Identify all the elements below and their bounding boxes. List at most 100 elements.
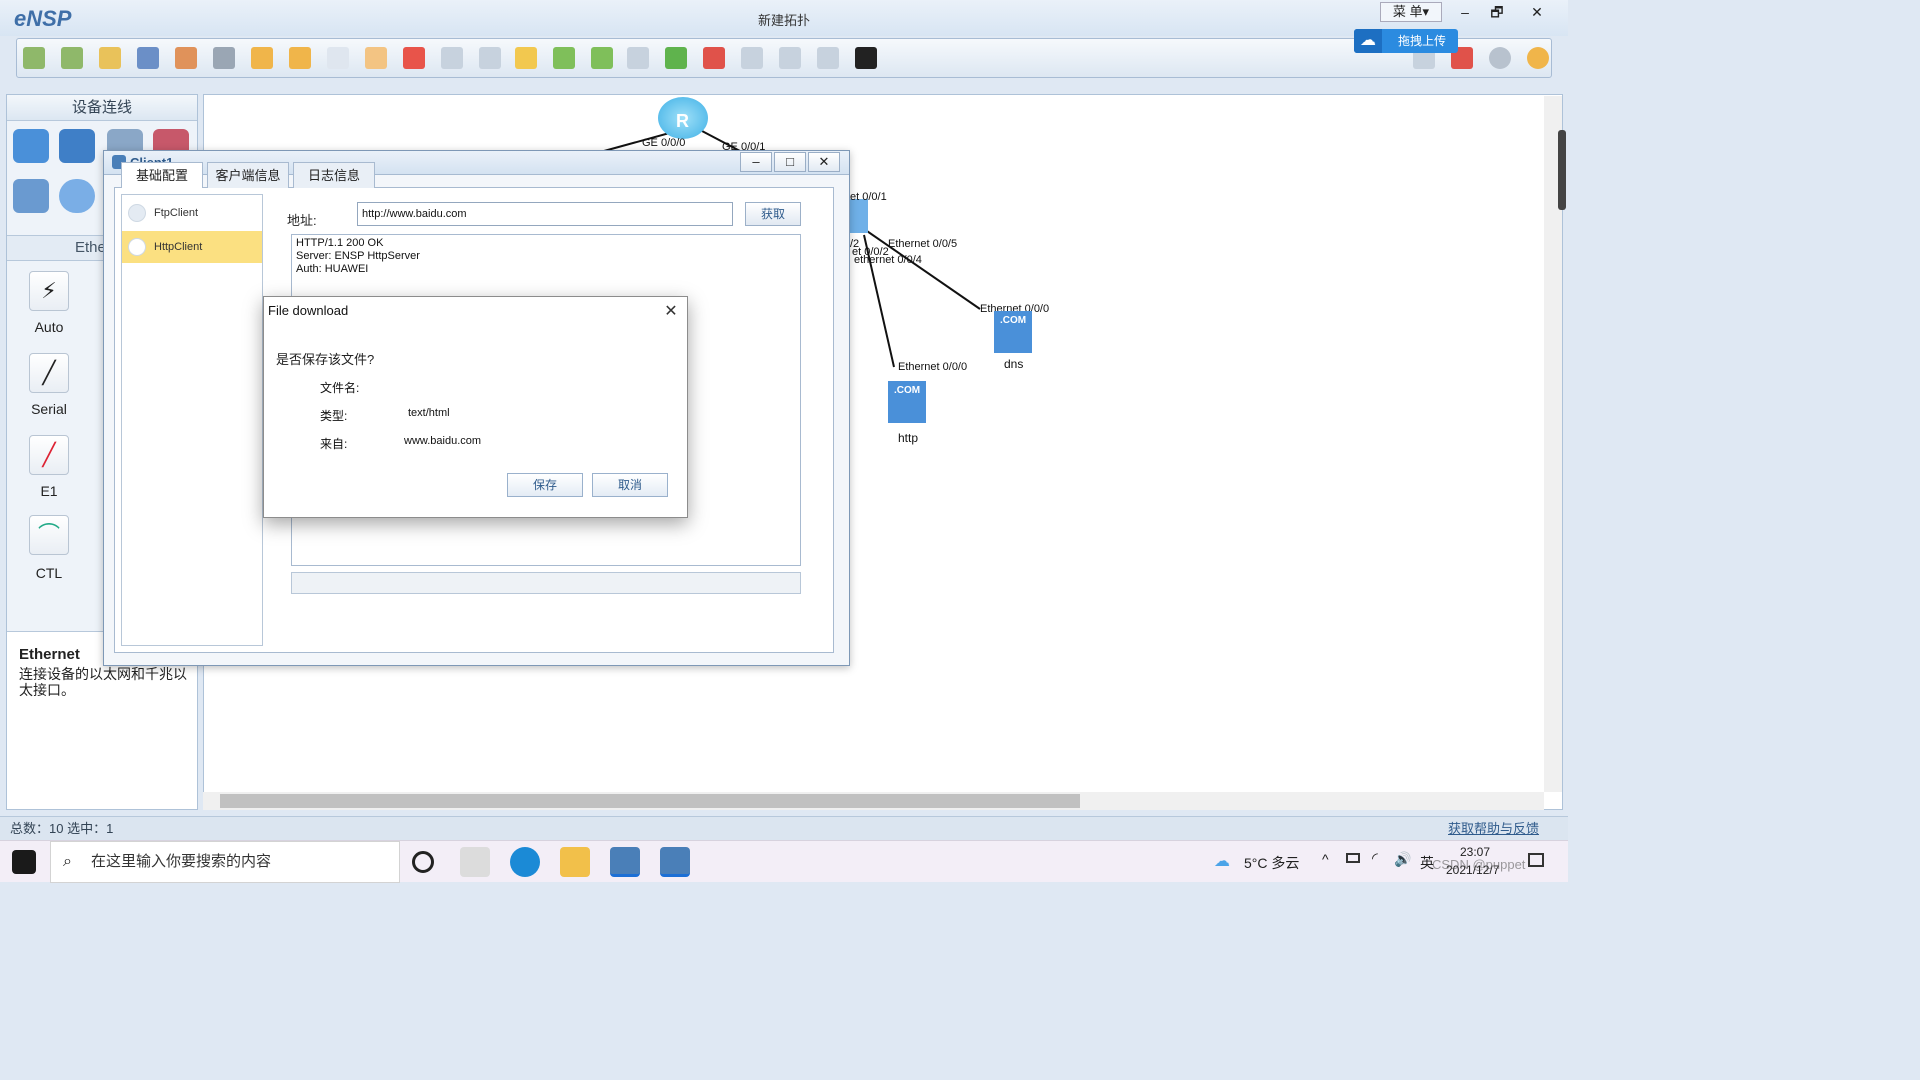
upload-button[interactable]: ☁ 拖拽上传 — [1354, 29, 1458, 53]
search-placeholder: 在这里输入你要搜索的内容 — [91, 853, 272, 870]
list-item-httpclient[interactable]: HttpClient — [122, 231, 262, 263]
port-label: et 0/0/1 — [850, 191, 887, 203]
serial-cable-icon[interactable]: ╱ — [29, 353, 69, 393]
type-value: text/html — [408, 407, 450, 419]
toolbar — [16, 38, 1552, 78]
pan-hand-icon[interactable] — [365, 47, 387, 69]
dialog-title: File download — [268, 303, 349, 318]
from-value: www.baidu.com — [404, 435, 482, 447]
zoom-in-icon[interactable] — [553, 47, 575, 69]
description-text: 连接设备的以太网和千兆以太接口。 — [19, 666, 187, 698]
vertical-scroll-thumb[interactable] — [1558, 130, 1566, 210]
title-bar: eNSP 新建拓扑 菜 单▾ – 🗗 ✕ — [0, 0, 1568, 36]
e1-cable-label: E1 — [40, 483, 58, 499]
palette-icon[interactable] — [515, 47, 537, 69]
e1-cable-icon[interactable]: ╱ — [29, 435, 69, 475]
open-icon[interactable] — [99, 47, 121, 69]
tab-client-info[interactable]: 客户端信息 — [207, 162, 289, 188]
list-item-ftpclient[interactable]: FtpClient — [122, 197, 262, 229]
response-line: Auth: HUAWEI — [296, 263, 369, 275]
save-button[interactable]: 保存 — [507, 473, 583, 497]
cloud-device-icon[interactable] — [59, 179, 95, 213]
new-topology-icon[interactable] — [23, 47, 45, 69]
text-note-icon[interactable] — [479, 47, 501, 69]
battery-icon[interactable] — [1346, 853, 1360, 863]
port-label: Ethernet 0/0/0 — [898, 361, 968, 373]
watermark: CSDN @puppet — [1432, 857, 1526, 872]
address-input[interactable] — [357, 202, 733, 226]
cortana-icon[interactable] — [412, 851, 434, 873]
from-label: 来自: — [320, 437, 348, 451]
chevron-up-icon[interactable]: ^ — [1322, 851, 1329, 867]
port-label: GE 0/0/0 — [642, 137, 686, 149]
zoom-out-icon[interactable] — [591, 47, 613, 69]
upload-label: 拖拽上传 — [1398, 34, 1447, 48]
close-button[interactable]: ✕ — [808, 152, 840, 172]
grid-icon[interactable] — [817, 47, 839, 69]
router-device-icon[interactable]: R — [658, 97, 708, 139]
status-bar: 总数：10 选中：1 获取帮助与反馈 — [0, 816, 1568, 840]
gear-icon[interactable] — [1489, 47, 1511, 69]
auto-cable-label: Auto — [34, 319, 64, 335]
port-label: Ethernet 0/0/5 — [888, 238, 958, 250]
ctl-cable-icon[interactable]: ⌒ — [29, 515, 69, 555]
filename-label: 文件名: — [320, 381, 360, 395]
radio-icon — [128, 238, 146, 256]
undo-icon[interactable] — [251, 47, 273, 69]
client-type-list: FtpClient HttpClient — [121, 194, 263, 646]
topology-icon[interactable] — [779, 47, 801, 69]
wifi-icon[interactable]: ◜ — [1372, 849, 1378, 867]
dns-server-icon[interactable]: .COM — [994, 311, 1032, 353]
start-device-icon[interactable] — [665, 47, 687, 69]
delete-link-icon[interactable] — [441, 47, 463, 69]
print-icon[interactable] — [213, 47, 235, 69]
response-line: Server: ENSP HttpServer — [296, 250, 420, 262]
minimize-button[interactable]: – — [740, 152, 772, 172]
dialog-question: 是否保存该文件? — [276, 352, 375, 367]
task-view-icon[interactable] — [460, 847, 490, 877]
http-server-icon[interactable]: .COM — [888, 381, 926, 423]
router-icon[interactable] — [13, 129, 49, 163]
redo-icon[interactable] — [289, 47, 311, 69]
new-lab-icon[interactable] — [61, 47, 83, 69]
menu-button[interactable]: 菜 单▾ — [1380, 2, 1442, 22]
auto-cable-icon[interactable]: ⚡ — [29, 271, 69, 311]
tab-basic-config[interactable]: 基础配置 — [121, 162, 203, 188]
maximize-button[interactable]: □ — [774, 152, 806, 172]
notification-icon[interactable] — [1528, 853, 1544, 867]
ensp-icon[interactable] — [660, 847, 690, 877]
switch-device-icon[interactable] — [850, 199, 868, 233]
help-link[interactable]: 获取帮助与反馈 — [1448, 817, 1539, 841]
status-count: 总数：10 选中：1 — [10, 821, 114, 836]
save-icon[interactable] — [137, 47, 159, 69]
weather-icon: ☁ — [1214, 853, 1230, 870]
help-icon[interactable] — [1527, 47, 1549, 69]
close-icon[interactable]: ✕ — [660, 301, 682, 323]
search-icon: ⌕ — [63, 853, 72, 870]
select-icon[interactable] — [327, 47, 349, 69]
windows-start-icon[interactable] — [12, 850, 36, 874]
tab-log-info[interactable]: 日志信息 — [293, 162, 375, 188]
ensp-icon[interactable] — [610, 847, 640, 877]
terminal-icon[interactable] — [855, 47, 877, 69]
edge-icon[interactable] — [510, 847, 540, 877]
serial-cable-label: Serial — [31, 401, 67, 417]
file-explorer-icon[interactable] — [560, 847, 590, 877]
cancel-button[interactable]: 取消 — [592, 473, 668, 497]
save-as-icon[interactable] — [175, 47, 197, 69]
panel-header: 设备连线 — [7, 95, 197, 121]
capture-icon[interactable] — [741, 47, 763, 69]
restore-button[interactable]: 🗗 — [1478, 0, 1516, 24]
stop-device-icon[interactable] — [703, 47, 725, 69]
close-button[interactable]: ✕ — [1518, 0, 1556, 24]
volume-icon[interactable]: 🔊 — [1394, 851, 1411, 868]
pc-icon[interactable] — [13, 179, 49, 213]
window-title: 新建拓扑 — [757, 13, 810, 28]
switch-icon[interactable] — [59, 129, 95, 163]
search-box[interactable]: ⌕ 在这里输入你要搜索的内容 — [50, 841, 400, 883]
horizontal-scroll-thumb[interactable] — [220, 794, 1080, 808]
cloud-icon: ☁ — [1354, 29, 1382, 53]
fit-icon[interactable] — [627, 47, 649, 69]
get-button[interactable]: 获取 — [745, 202, 801, 226]
delete-icon[interactable] — [403, 47, 425, 69]
